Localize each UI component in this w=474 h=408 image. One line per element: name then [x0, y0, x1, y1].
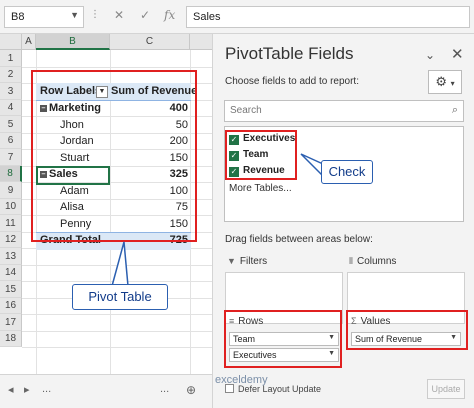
filters-area-header: ▼ Filters	[227, 256, 268, 267]
enter-icon[interactable]: ✓	[140, 8, 150, 22]
formula-bar: B8 ▼ ⋮ ✕ ✓ fx Sales	[0, 0, 474, 34]
name-box[interactable]: B8 ▼	[4, 6, 84, 28]
more-sheets-button[interactable]: ...	[42, 383, 51, 395]
sheet-tab-bar: ◂ ▸ ... ... ⊕	[0, 374, 212, 408]
pivot-table-callout: Pivot Table	[72, 284, 168, 310]
columns-icon: ⦀	[349, 256, 353, 266]
scroll-left-icon[interactable]: ◂	[8, 383, 14, 396]
scroll-right-icon[interactable]: ▸	[24, 383, 30, 396]
values-highlight-box	[346, 310, 468, 350]
drag-fields-label: Drag fields between areas below:	[225, 234, 373, 245]
worksheet-grid[interactable]: A B C 1 2 3 4 5 6 7 8 9 10 11 12 13 14 1…	[0, 34, 212, 374]
fx-icon[interactable]: fx	[164, 8, 175, 22]
add-sheet-icon[interactable]: ⊕	[186, 383, 196, 397]
update-button[interactable]: Update	[427, 379, 465, 399]
filter-icon: ▼	[227, 256, 236, 266]
formula-input[interactable]: Sales	[186, 6, 470, 28]
more-options-icon: ⋮	[90, 9, 100, 20]
cancel-icon[interactable]: ✕	[114, 8, 124, 22]
rows-highlight-box	[224, 310, 342, 368]
chevron-down-icon[interactable]: ▼	[70, 10, 79, 20]
callout-pointer	[111, 241, 129, 287]
pivot-fields-pane: PivotTable Fields ⌄ ✕ Choose fields to a…	[212, 34, 474, 408]
check-callout: Check	[321, 160, 373, 184]
watermark-text: exceldemy	[215, 374, 268, 386]
columns-area-header: ⦀ Columns	[349, 256, 397, 267]
more-sheets-button[interactable]: ...	[160, 383, 169, 395]
name-box-value: B8	[11, 11, 25, 23]
